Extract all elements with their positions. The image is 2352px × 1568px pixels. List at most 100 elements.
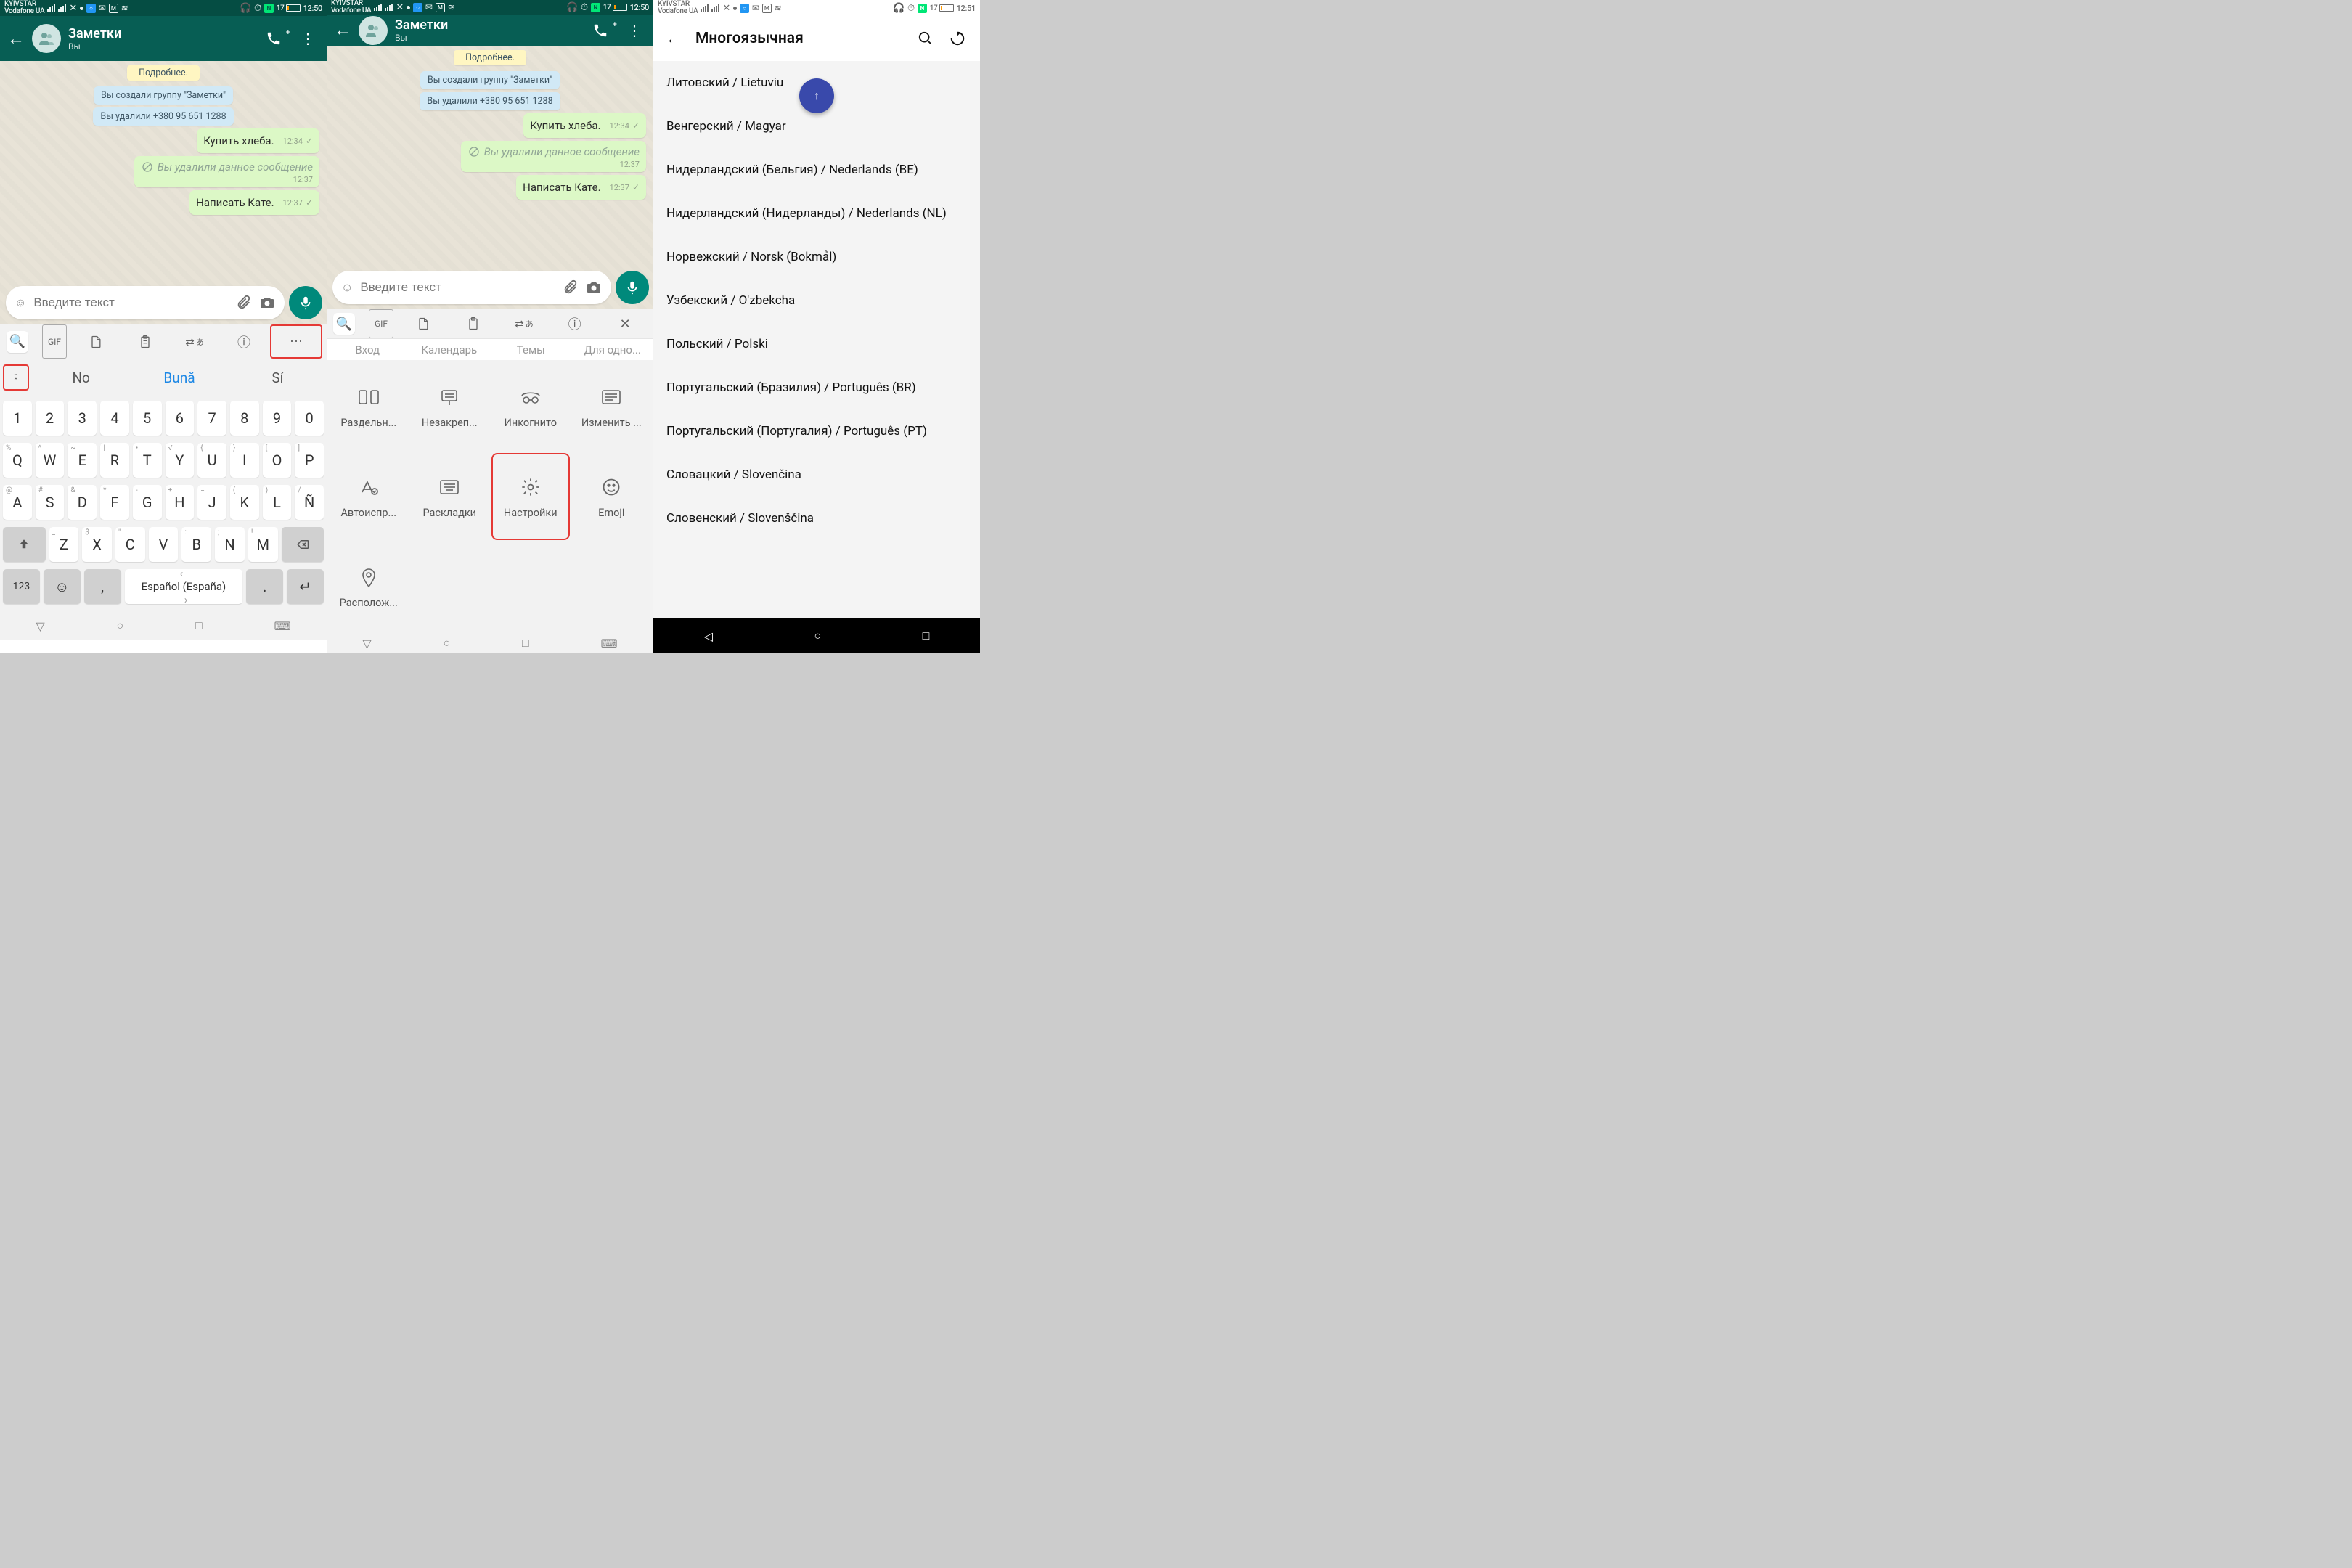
nav-recent[interactable]: □ [195, 618, 203, 633]
gif-button[interactable]: GIF [369, 309, 393, 338]
message-input[interactable] [360, 280, 555, 295]
translate-icon[interactable]: ⇄あ [170, 324, 219, 359]
key[interactable]: 2 [36, 401, 65, 436]
nav-back[interactable]: ▽ [362, 637, 371, 650]
tab[interactable]: Для одно... [572, 343, 654, 356]
shift-key[interactable] [3, 527, 46, 562]
call-button[interactable]: + [266, 30, 289, 46]
enter-key[interactable]: ↵ [287, 569, 324, 604]
refresh-button[interactable] [950, 30, 970, 46]
clipboard-doc-icon[interactable] [71, 324, 121, 359]
keyboard[interactable]: 1234567890 Q%W^E~R|T•Y√U{I}O[P] A@S#D&F*… [0, 396, 327, 611]
key[interactable]: H+ [166, 485, 195, 520]
option-resize[interactable]: Изменить ... [573, 363, 651, 450]
key[interactable]: 0 [295, 401, 324, 436]
key[interactable]: E~ [68, 443, 97, 478]
info-icon[interactable]: ⓘ [219, 324, 269, 359]
backspace-key[interactable] [282, 527, 324, 562]
back-button[interactable]: ← [334, 20, 351, 41]
message-bubble[interactable]: Написать Кате. 12:37 [189, 190, 319, 215]
attach-button[interactable] [235, 295, 251, 311]
nav-back[interactable]: ▽ [36, 619, 44, 633]
key[interactable]: 3 [68, 401, 97, 436]
avatar[interactable] [359, 16, 388, 45]
suggestion[interactable]: Bună [130, 369, 228, 386]
clipboard-icon[interactable] [449, 309, 499, 338]
key[interactable]: 8 [230, 401, 259, 436]
translate-icon[interactable]: ⇄あ [499, 309, 550, 338]
deleted-message[interactable]: Вы удалили данное сообщение 12:37 [134, 156, 319, 187]
nav-recent[interactable]: □ [923, 629, 930, 643]
scroll-up-fab[interactable]: ↑ [799, 78, 834, 113]
camera-button[interactable] [258, 294, 276, 311]
message-input[interactable] [33, 295, 228, 310]
emoji-button[interactable]: ☺ [341, 280, 353, 295]
attach-button[interactable] [562, 279, 578, 295]
key[interactable]: B: [181, 527, 211, 562]
language-item[interactable]: Португальский (Португалия) / Português (… [653, 409, 980, 453]
option-gear[interactable]: Настройки [491, 453, 570, 540]
language-item[interactable]: Португальский (Бразилия) / Português (BR… [653, 366, 980, 409]
key[interactable]: Ñ/ [295, 485, 324, 520]
kb-search[interactable]: 🔍 [3, 324, 32, 359]
nav-keyboard[interactable]: ⌨ [274, 619, 291, 633]
clipboard-doc-icon[interactable] [398, 309, 449, 338]
more-menu-button[interactable]: ⋮ [623, 22, 646, 39]
language-item[interactable]: Словенский / Slovenščina [653, 497, 980, 540]
tab[interactable]: Темы [490, 343, 572, 356]
message-bubble[interactable]: Написать Кате.12:37 [516, 175, 646, 200]
option-float[interactable]: Незакреп... [411, 363, 489, 450]
nav-home[interactable]: ○ [444, 636, 451, 650]
key[interactable]: D& [68, 485, 97, 520]
key[interactable]: T• [133, 443, 162, 478]
key[interactable]: M! [248, 527, 278, 562]
more-options-button[interactable]: ⋯ [270, 324, 322, 359]
deleted-message[interactable]: Вы удалили данное сообщение12:37 [461, 141, 646, 172]
nav-back[interactable]: ◁ [704, 629, 713, 643]
numeric-key[interactable]: 123 [3, 569, 40, 604]
more-menu-button[interactable]: ⋮ [296, 30, 319, 47]
nav-home[interactable]: ○ [814, 629, 821, 643]
chat-title[interactable]: Заметки Вы [68, 26, 258, 52]
message-bubble[interactable]: Купить хлеба. 12:34 [197, 128, 319, 153]
tab[interactable]: Календарь [409, 343, 491, 356]
option-emoji[interactable]: Emoji [573, 453, 651, 540]
key[interactable]: K( [230, 485, 259, 520]
language-item[interactable]: Узбекский / O'zbekcha [653, 279, 980, 322]
key[interactable]: 9 [263, 401, 292, 436]
collapse-toggle[interactable]: ⌄⌃ [3, 364, 29, 391]
camera-button[interactable] [585, 279, 603, 296]
clipboard-icon[interactable] [121, 324, 170, 359]
call-button[interactable]: + [592, 23, 616, 38]
key[interactable]: 5 [133, 401, 162, 436]
key[interactable]: G- [133, 485, 162, 520]
key[interactable]: Y√ [166, 443, 195, 478]
key[interactable]: X$ [82, 527, 112, 562]
back-button[interactable]: ← [7, 28, 25, 49]
nav-recent[interactable]: □ [522, 636, 529, 650]
suggestion[interactable]: No [32, 369, 130, 386]
avatar[interactable] [32, 24, 61, 53]
language-item[interactable]: Нидерландский (Нидерланды) / Nederlands … [653, 192, 980, 235]
back-button[interactable]: ← [663, 29, 684, 48]
key[interactable]: 4 [100, 401, 129, 436]
key[interactable]: J= [197, 485, 226, 520]
comma-key[interactable]: , [84, 569, 121, 604]
key[interactable]: C" [115, 527, 145, 562]
key[interactable]: F* [100, 485, 129, 520]
key[interactable]: L) [263, 485, 292, 520]
language-list[interactable]: Литовский / LietuviuВенгерский / MagyarН… [653, 61, 980, 618]
key[interactable]: U{ [197, 443, 226, 478]
nav-keyboard[interactable]: ⌨ [601, 637, 618, 650]
nav-home[interactable]: ○ [117, 618, 124, 633]
key[interactable]: A@ [3, 485, 32, 520]
key[interactable]: W^ [36, 443, 65, 478]
close-panel-button[interactable]: ✕ [600, 309, 650, 338]
option-pin[interactable]: Располож... [330, 543, 408, 630]
banner-more[interactable]: Подробнее. [127, 65, 200, 81]
key[interactable]: S# [36, 485, 65, 520]
period-key[interactable]: . [246, 569, 283, 604]
key[interactable]: Z_ [49, 527, 79, 562]
key[interactable]: 7 [197, 401, 226, 436]
suggestion[interactable]: Sí [229, 369, 327, 386]
